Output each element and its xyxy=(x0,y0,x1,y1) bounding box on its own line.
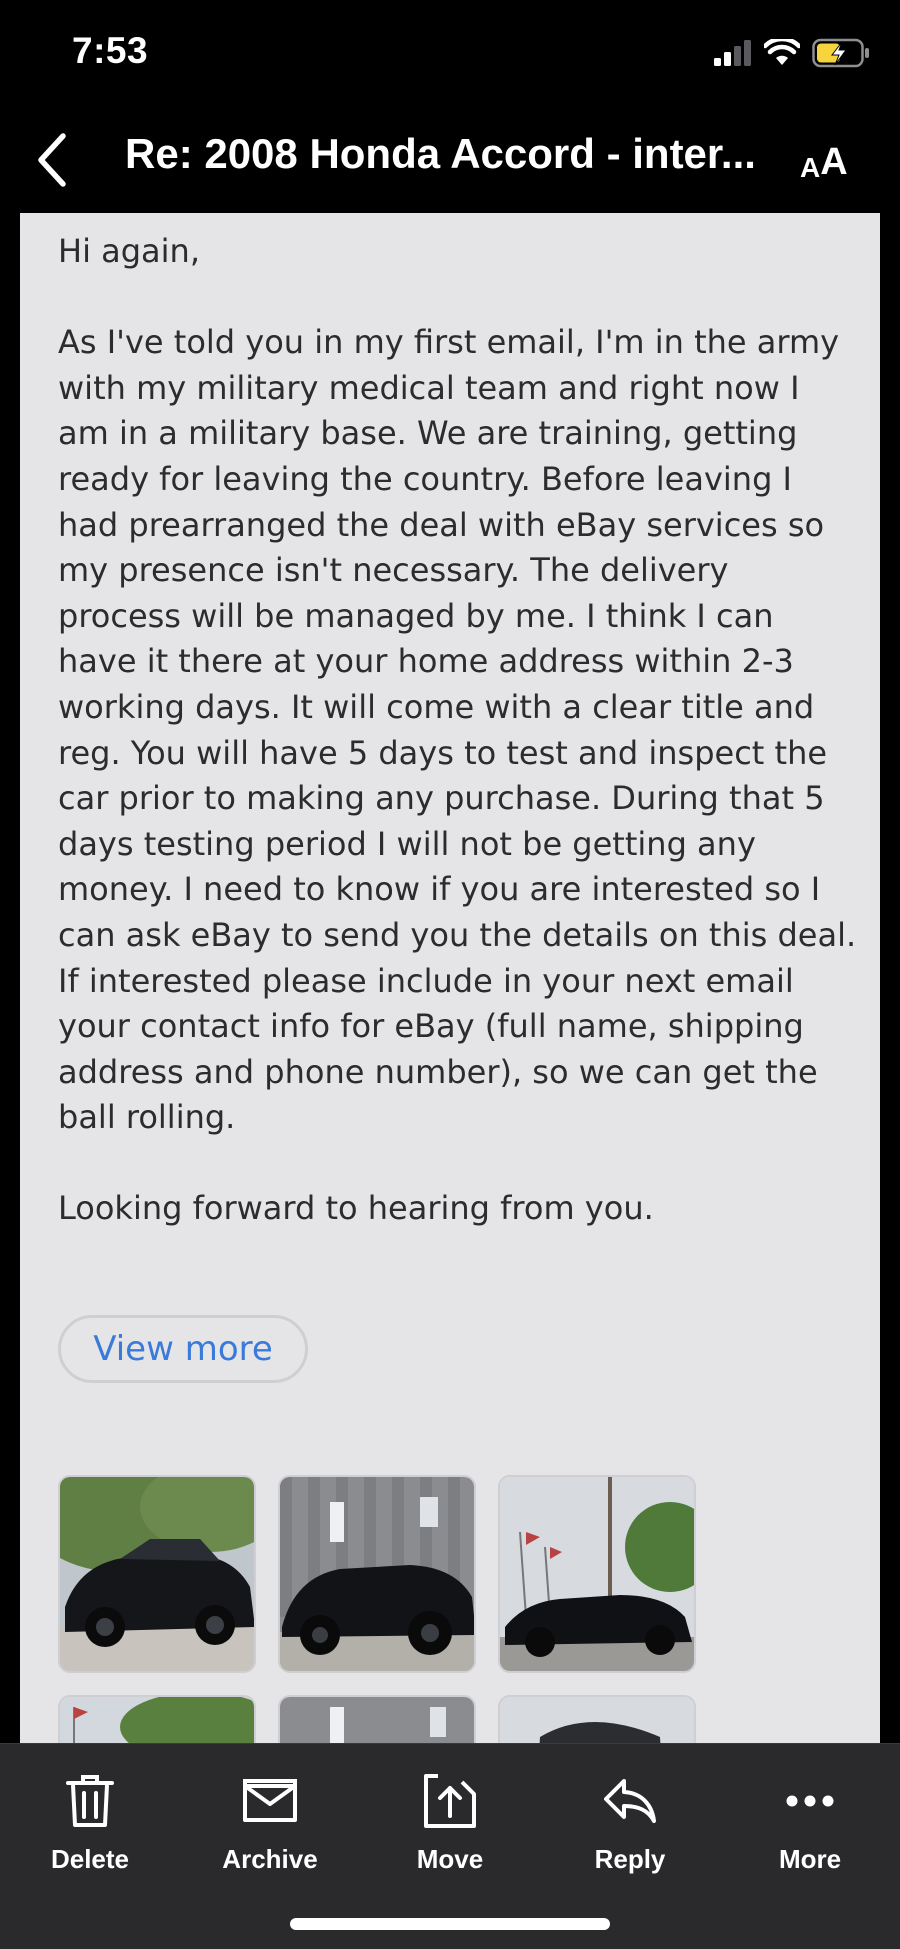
email-closing: Looking forward to hearing from you. xyxy=(58,1189,654,1228)
font-size-button[interactable]: AA xyxy=(800,134,870,184)
delete-label: Delete xyxy=(50,1844,130,1874)
bottom-toolbar: Delete Archive Move Reply More xyxy=(0,1743,900,1949)
more-dots-icon xyxy=(786,1795,834,1807)
car-photo-thumbnail[interactable] xyxy=(58,1695,256,1743)
wifi-icon xyxy=(762,36,802,72)
status-bar: 7:53 xyxy=(0,0,900,110)
reply-label: Reply xyxy=(594,1844,666,1874)
back-button[interactable] xyxy=(22,128,82,192)
font-size-small-a: A xyxy=(800,152,821,183)
email-subject-title: Re: 2008 Honda Accord - inter... xyxy=(125,130,756,177)
more-label: More xyxy=(778,1844,842,1874)
archive-icon xyxy=(243,1779,297,1822)
archive-button[interactable]: Archive xyxy=(200,1766,340,1875)
move-icon xyxy=(424,1774,476,1828)
car-photo-thumbnail[interactable] xyxy=(278,1475,476,1673)
car-photo-thumbnail[interactable] xyxy=(498,1695,696,1743)
delete-button[interactable]: Delete xyxy=(20,1766,160,1875)
car-photo-thumbnail[interactable] xyxy=(58,1475,256,1673)
email-body: Hi again, As I've told you in my first e… xyxy=(58,229,858,1278)
reply-button[interactable]: Reply xyxy=(560,1766,700,1875)
more-button[interactable]: More xyxy=(740,1766,880,1875)
email-message-card[interactable]: Hi again, As I've told you in my first e… xyxy=(20,213,880,1743)
nav-bar: Re: 2008 Honda Accord - inter... AA xyxy=(0,110,900,210)
battery-charging-icon xyxy=(812,38,870,73)
font-size-large-a: A xyxy=(820,141,848,183)
move-label: Move xyxy=(416,1844,484,1874)
chevron-left-icon xyxy=(38,133,66,187)
status-icons xyxy=(714,36,870,73)
reply-icon xyxy=(604,1779,656,1823)
status-time: 7:53 xyxy=(72,30,149,71)
car-photo-thumbnail[interactable] xyxy=(278,1695,476,1743)
home-indicator[interactable] xyxy=(290,1918,610,1930)
car-photo-thumbnail[interactable] xyxy=(498,1475,696,1673)
cellular-signal-icon xyxy=(714,40,752,71)
trash-icon xyxy=(66,1775,114,1827)
email-greeting: Hi again, xyxy=(58,232,200,270)
move-button[interactable]: Move xyxy=(380,1766,520,1875)
view-more-button[interactable]: View more xyxy=(58,1315,308,1383)
archive-label: Archive xyxy=(222,1844,318,1874)
email-paragraph: As I've told you in my first email, I'm … xyxy=(58,323,857,1137)
